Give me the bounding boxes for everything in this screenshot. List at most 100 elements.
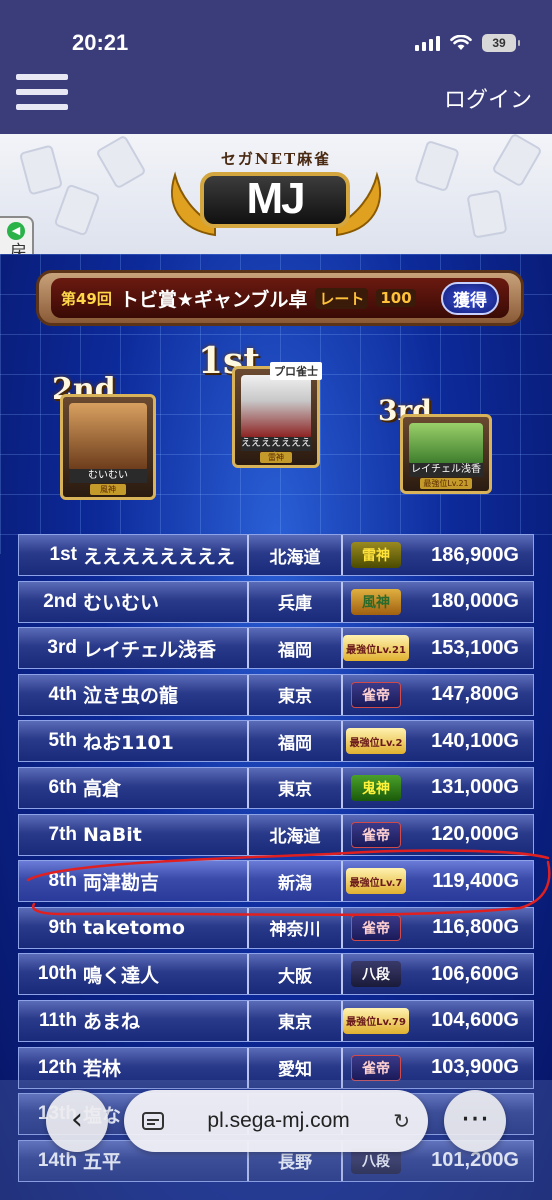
page-menu-icon[interactable] — [142, 1111, 164, 1131]
player-prefecture: 北海道 — [249, 535, 343, 575]
ranking-row[interactable]: 3rd レイチェル浅香 福岡 最強位Lv.21 153,100G — [18, 627, 534, 670]
player-points: 147,800G — [431, 683, 519, 706]
podium-second-title: 風神 — [90, 484, 126, 495]
player-title-cell: 最強位Lv.21 — [343, 628, 409, 668]
podium-third-name: レイチェル浅香 — [409, 463, 483, 477]
title-badge: 最強位Lv.2 — [345, 728, 407, 755]
ranking-row[interactable]: 9th taketomo 神奈川 雀帝 116,800G — [18, 906, 534, 949]
player-title-cell: 風神 — [343, 582, 409, 622]
podium-first-title: 雷神 — [259, 452, 293, 463]
player-name[interactable]: レイチェル浅香 — [79, 628, 249, 669]
player-title-cell: 最強位Lv.2 — [343, 721, 409, 761]
player-points: 140,100G — [431, 729, 519, 752]
title-badge: 雷神 — [351, 542, 401, 568]
podium-third-card[interactable]: レイチェル浅香 最強位Lv.21 — [400, 414, 492, 494]
wifi-icon — [450, 35, 472, 50]
player-points: 106,600G — [431, 962, 519, 985]
player-name[interactable]: 泣き虫の龍 — [79, 674, 249, 715]
player-name[interactable]: あまね — [79, 1000, 249, 1041]
podium-second-name: むいむい — [69, 469, 147, 483]
player-title-cell: 雀帝 — [343, 815, 409, 855]
player-title-cell: 八段 — [343, 954, 409, 994]
ranking-row[interactable]: 6th 高倉 東京 鬼神 131,000G — [18, 766, 534, 809]
player-prefecture: 東京 — [249, 767, 343, 808]
avatar — [409, 423, 483, 465]
player-title-cell: 鬼神 — [343, 768, 409, 808]
podium-first-card[interactable]: ええええええええ 雷神 — [232, 366, 320, 468]
ranking-section: 第49回 トビ賞★ギャンブル卓 レート 100 獲得 2nd むいむい 風神 1… — [0, 254, 552, 1200]
player-prefecture: 東京 — [249, 1000, 343, 1041]
browser-back-icon[interactable]: ‹ — [46, 1090, 108, 1152]
title-badge: 最強位Lv.21 — [343, 635, 409, 662]
event-round: 第49回 — [61, 289, 112, 308]
ranking-row[interactable]: 11th あまね 東京 最強位Lv.79 104,600G — [18, 999, 534, 1042]
title-badge: 雀帝 — [351, 681, 401, 708]
rank-position: 10th — [37, 963, 77, 985]
avatar — [69, 403, 147, 471]
site-logo[interactable]: MJ — [200, 172, 350, 228]
menu-icon[interactable] — [16, 74, 68, 118]
player-name[interactable]: むいむい — [79, 581, 249, 622]
player-points: 116,800G — [432, 916, 519, 939]
back-arrow-icon: ◀ — [7, 222, 25, 240]
rank-position: 6th — [48, 776, 78, 798]
player-points: 180,000G — [431, 590, 519, 613]
title-badge: 八段 — [351, 961, 401, 988]
player-name[interactable]: NaBit — [79, 814, 249, 855]
status-time: 20:21 — [72, 30, 129, 55]
logo-banner: セガNET麻雀 MJ — [0, 134, 552, 254]
player-title-cell: 雷神 — [343, 535, 409, 575]
player-points: 119,400G — [432, 869, 519, 892]
player-name[interactable]: taketomo — [79, 907, 249, 948]
player-prefecture: 新潟 — [249, 861, 343, 902]
player-name[interactable]: 高倉 — [79, 767, 249, 808]
rank-position: 3rd — [47, 637, 77, 659]
rank-position: 11th — [38, 1009, 77, 1031]
site-header: ログイン — [0, 62, 552, 134]
player-prefecture: 大阪 — [249, 954, 343, 995]
player-name[interactable]: 鳴く達人 — [79, 954, 249, 995]
login-link[interactable]: ログイン — [444, 82, 532, 114]
ranking-row[interactable]: 8th 両津勘吉 新潟 最強位Lv.7 119,400G — [18, 860, 534, 903]
more-icon[interactable]: ··· — [444, 1090, 506, 1152]
ranking-row[interactable]: 4th 泣き虫の龍 東京 雀帝 147,800G — [18, 673, 534, 716]
ranking-row[interactable]: 7th NaBit 北海道 雀帝 120,000G — [18, 813, 534, 856]
ranking-row[interactable]: 5th ねお1101 福岡 最強位Lv.2 140,100G — [18, 720, 534, 763]
ranking-row[interactable]: 1st ええええええええ 北海道 雷神 186,900G — [18, 534, 534, 576]
rank-position: 2nd — [43, 590, 77, 612]
player-name[interactable]: 両津勘吉 — [79, 861, 249, 902]
event-rate-label: レート — [315, 287, 369, 309]
ranking-row[interactable]: 2nd むいむい 兵庫 風神 180,000G — [18, 580, 534, 623]
player-title-cell: 雀帝 — [343, 908, 409, 948]
podium-second-card[interactable]: むいむい 風神 — [60, 394, 156, 500]
title-badge: 雀帝 — [351, 1054, 401, 1081]
battery-icon: 39 — [482, 34, 520, 52]
player-prefecture: 東京 — [249, 674, 343, 715]
rank-position: 4th — [48, 683, 78, 705]
browser-toolbar: ‹ pl.sega-mj.com ↻ ··· — [0, 1080, 552, 1200]
rank-position: 1st — [49, 544, 77, 565]
ranking-row[interactable]: 10th 鳴く達人 大阪 八段 106,600G — [18, 953, 534, 996]
reload-icon[interactable]: ↻ — [393, 1109, 410, 1133]
player-title-cell: 最強位Lv.79 — [343, 1001, 409, 1041]
title-badge: 風神 — [351, 588, 401, 615]
address-bar[interactable]: pl.sega-mj.com ↻ — [124, 1090, 428, 1152]
player-prefecture: 兵庫 — [249, 581, 343, 622]
player-points: 186,900G — [431, 543, 519, 566]
event-rate-value: 100 — [376, 289, 416, 307]
logo-subtitle: セガNET麻雀 — [220, 150, 332, 168]
player-prefecture: 神奈川 — [249, 907, 343, 948]
title-badge: 雀帝 — [351, 821, 401, 848]
rank-position: 5th — [48, 730, 78, 752]
pro-badge: プロ雀士 — [270, 362, 322, 380]
event-banner[interactable]: 第49回 トビ賞★ギャンブル卓 レート 100 獲得 — [36, 270, 524, 326]
player-name[interactable]: ねお1101 — [79, 721, 249, 762]
acquire-button[interactable]: 獲得 — [441, 281, 499, 315]
player-points: 131,000G — [431, 776, 519, 799]
avatar — [241, 375, 311, 439]
podium-third-title: 最強位Lv.21 — [420, 478, 472, 489]
player-points: 104,600G — [431, 1009, 519, 1032]
player-name[interactable]: ええええええええ — [79, 535, 249, 575]
url-text: pl.sega-mj.com — [207, 1109, 350, 1132]
title-badge: 鬼神 — [351, 774, 401, 801]
